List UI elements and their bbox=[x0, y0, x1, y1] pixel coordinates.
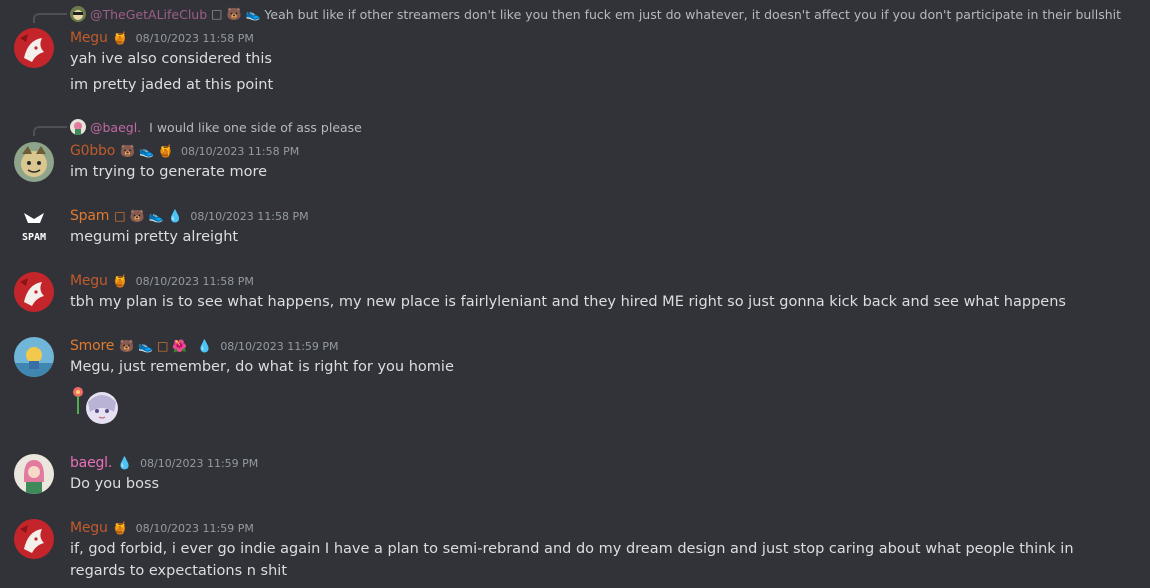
honey-badge-icon: 🍯 bbox=[158, 144, 173, 158]
honey-badge-icon: 🍯 bbox=[112, 521, 128, 535]
avatar-smore[interactable] bbox=[14, 337, 54, 377]
avatar-megu[interactable] bbox=[14, 28, 54, 68]
bear-badge-icon: 🐻 bbox=[119, 339, 135, 353]
square-badge-icon: □ bbox=[114, 209, 126, 223]
shoe-badge-icon: 👟 bbox=[245, 7, 261, 21]
message-text: yah ive also considered this bbox=[70, 51, 272, 67]
message-text: megumi pretty alreight bbox=[70, 229, 239, 245]
droplet-badge-icon: 💧 bbox=[197, 339, 213, 353]
username[interactable]: Spam bbox=[70, 208, 109, 224]
bear-badge-icon: 🐻 bbox=[120, 144, 136, 158]
badges: □ 🐻 👟 💧 bbox=[114, 209, 182, 223]
bear-badge-icon: 🐻 bbox=[226, 7, 242, 21]
avatar-text: SPAM bbox=[22, 232, 46, 243]
shoe-badge-icon: 👟 bbox=[139, 144, 155, 158]
username[interactable]: G0bbo bbox=[70, 143, 115, 159]
avatar-megu[interactable] bbox=[14, 519, 54, 559]
avatar-spam[interactable]: SPAM bbox=[14, 207, 54, 247]
shoe-badge-icon: 👟 bbox=[138, 339, 154, 353]
timestamp: 08/10/2023 11:59 PM bbox=[220, 339, 339, 353]
message-text: if, god forbid, i ever go indie again I … bbox=[70, 541, 1074, 579]
bear-badge-icon: 🐻 bbox=[129, 209, 145, 223]
message-header: Spam □ 🐻 👟 💧 08/10/2023 11:58 PM bbox=[70, 206, 309, 226]
honey-badge-icon: 🍯 bbox=[112, 31, 128, 45]
username[interactable]: Smore bbox=[70, 338, 114, 354]
message-header: Megu 🍯 08/10/2023 11:58 PM bbox=[70, 28, 254, 48]
reply-spine bbox=[33, 126, 67, 136]
flower-girl-sticker[interactable] bbox=[70, 384, 120, 430]
avatar-g0bbo[interactable] bbox=[14, 142, 54, 182]
message-header: Smore 🐻 👟 □ 🌺 💧 08/10/2023 11:59 PM bbox=[70, 336, 339, 356]
badges: 🍯 bbox=[113, 274, 128, 288]
droplet-badge-icon: 💧 bbox=[117, 456, 133, 470]
badges: 🐻 👟 🍯 bbox=[120, 144, 173, 158]
reply-text[interactable]: Yeah but like if other streamers don't l… bbox=[264, 7, 1121, 22]
reply-preview[interactable]: @baegl. I would like one side of ass ple… bbox=[70, 118, 362, 136]
badges: 🍯 bbox=[113, 31, 128, 45]
timestamp: 08/10/2023 11:59 PM bbox=[140, 456, 259, 470]
reply-author-name[interactable]: @baegl. bbox=[90, 120, 141, 135]
username[interactable]: baegl. bbox=[70, 455, 112, 471]
square-badge-icon: □ bbox=[211, 7, 223, 21]
timestamp: 08/10/2023 11:59 PM bbox=[135, 521, 254, 535]
message-text: Do you boss bbox=[70, 476, 160, 492]
reply-text[interactable]: I would like one side of ass please bbox=[149, 120, 362, 135]
username[interactable]: Megu bbox=[70, 30, 108, 46]
message-header: baegl. 💧 08/10/2023 11:59 PM bbox=[70, 453, 258, 473]
reply-avatar[interactable] bbox=[70, 6, 86, 22]
username[interactable]: Megu bbox=[70, 273, 108, 289]
username[interactable]: Megu bbox=[70, 520, 108, 536]
timestamp: 08/10/2023 11:58 PM bbox=[135, 274, 254, 288]
message-text: im trying to generate more bbox=[70, 164, 268, 180]
square-badge-icon: □ bbox=[157, 339, 169, 353]
badges: 🐻 👟 □ 🌺 💧 bbox=[119, 339, 212, 353]
message-text: Megu, just remember, do what is right fo… bbox=[70, 359, 454, 375]
message-header: Megu 🍯 08/10/2023 11:58 PM bbox=[70, 271, 254, 291]
reply-spine bbox=[33, 13, 67, 23]
timestamp: 08/10/2023 11:58 PM bbox=[180, 144, 300, 158]
reply-avatar[interactable] bbox=[70, 119, 86, 135]
badges: 💧 bbox=[117, 456, 132, 470]
honey-badge-icon: 🍯 bbox=[112, 274, 128, 288]
avatar-megu[interactable] bbox=[14, 272, 54, 312]
badges: 🍯 bbox=[113, 521, 128, 535]
timestamp: 08/10/2023 11:58 PM bbox=[190, 209, 309, 223]
reply-preview[interactable]: @TheGetALifeClub □ 🐻 👟 Yeah but like if … bbox=[70, 5, 1121, 23]
hibiscus-badge-icon: 🌺 bbox=[172, 339, 188, 353]
message-header: Megu 🍯 08/10/2023 11:59 PM bbox=[70, 518, 254, 538]
droplet-badge-icon: 💧 bbox=[167, 209, 183, 223]
message-text: im pretty jaded at this point bbox=[70, 77, 274, 93]
shoe-badge-icon: 👟 bbox=[148, 209, 164, 223]
avatar-baegl[interactable] bbox=[14, 454, 54, 494]
message-header: G0bbo 🐻 👟 🍯 08/10/2023 11:58 PM bbox=[70, 141, 299, 161]
message-text: tbh my plan is to see what happens, my n… bbox=[70, 294, 1066, 310]
reply-author-name[interactable]: @TheGetALifeClub bbox=[90, 7, 207, 22]
timestamp: 08/10/2023 11:58 PM bbox=[135, 31, 254, 45]
